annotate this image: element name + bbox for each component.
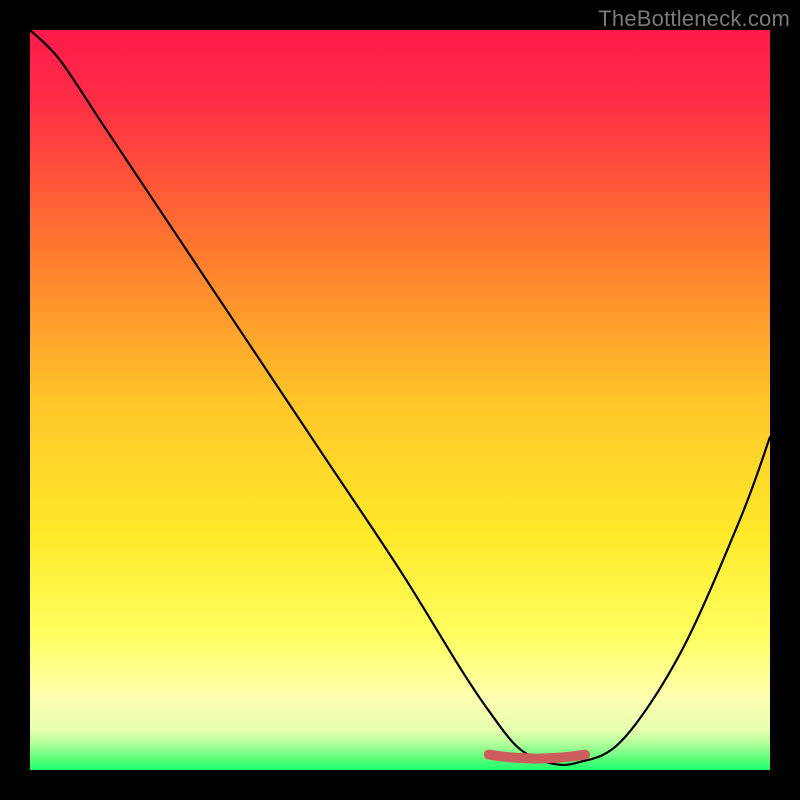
sweet-spot-marker	[489, 755, 585, 759]
plot-area	[30, 30, 770, 770]
chart-stage: TheBottleneck.com	[0, 0, 800, 800]
gradient-background	[30, 30, 770, 770]
watermark-text: TheBottleneck.com	[598, 6, 790, 32]
chart-svg	[30, 30, 770, 770]
